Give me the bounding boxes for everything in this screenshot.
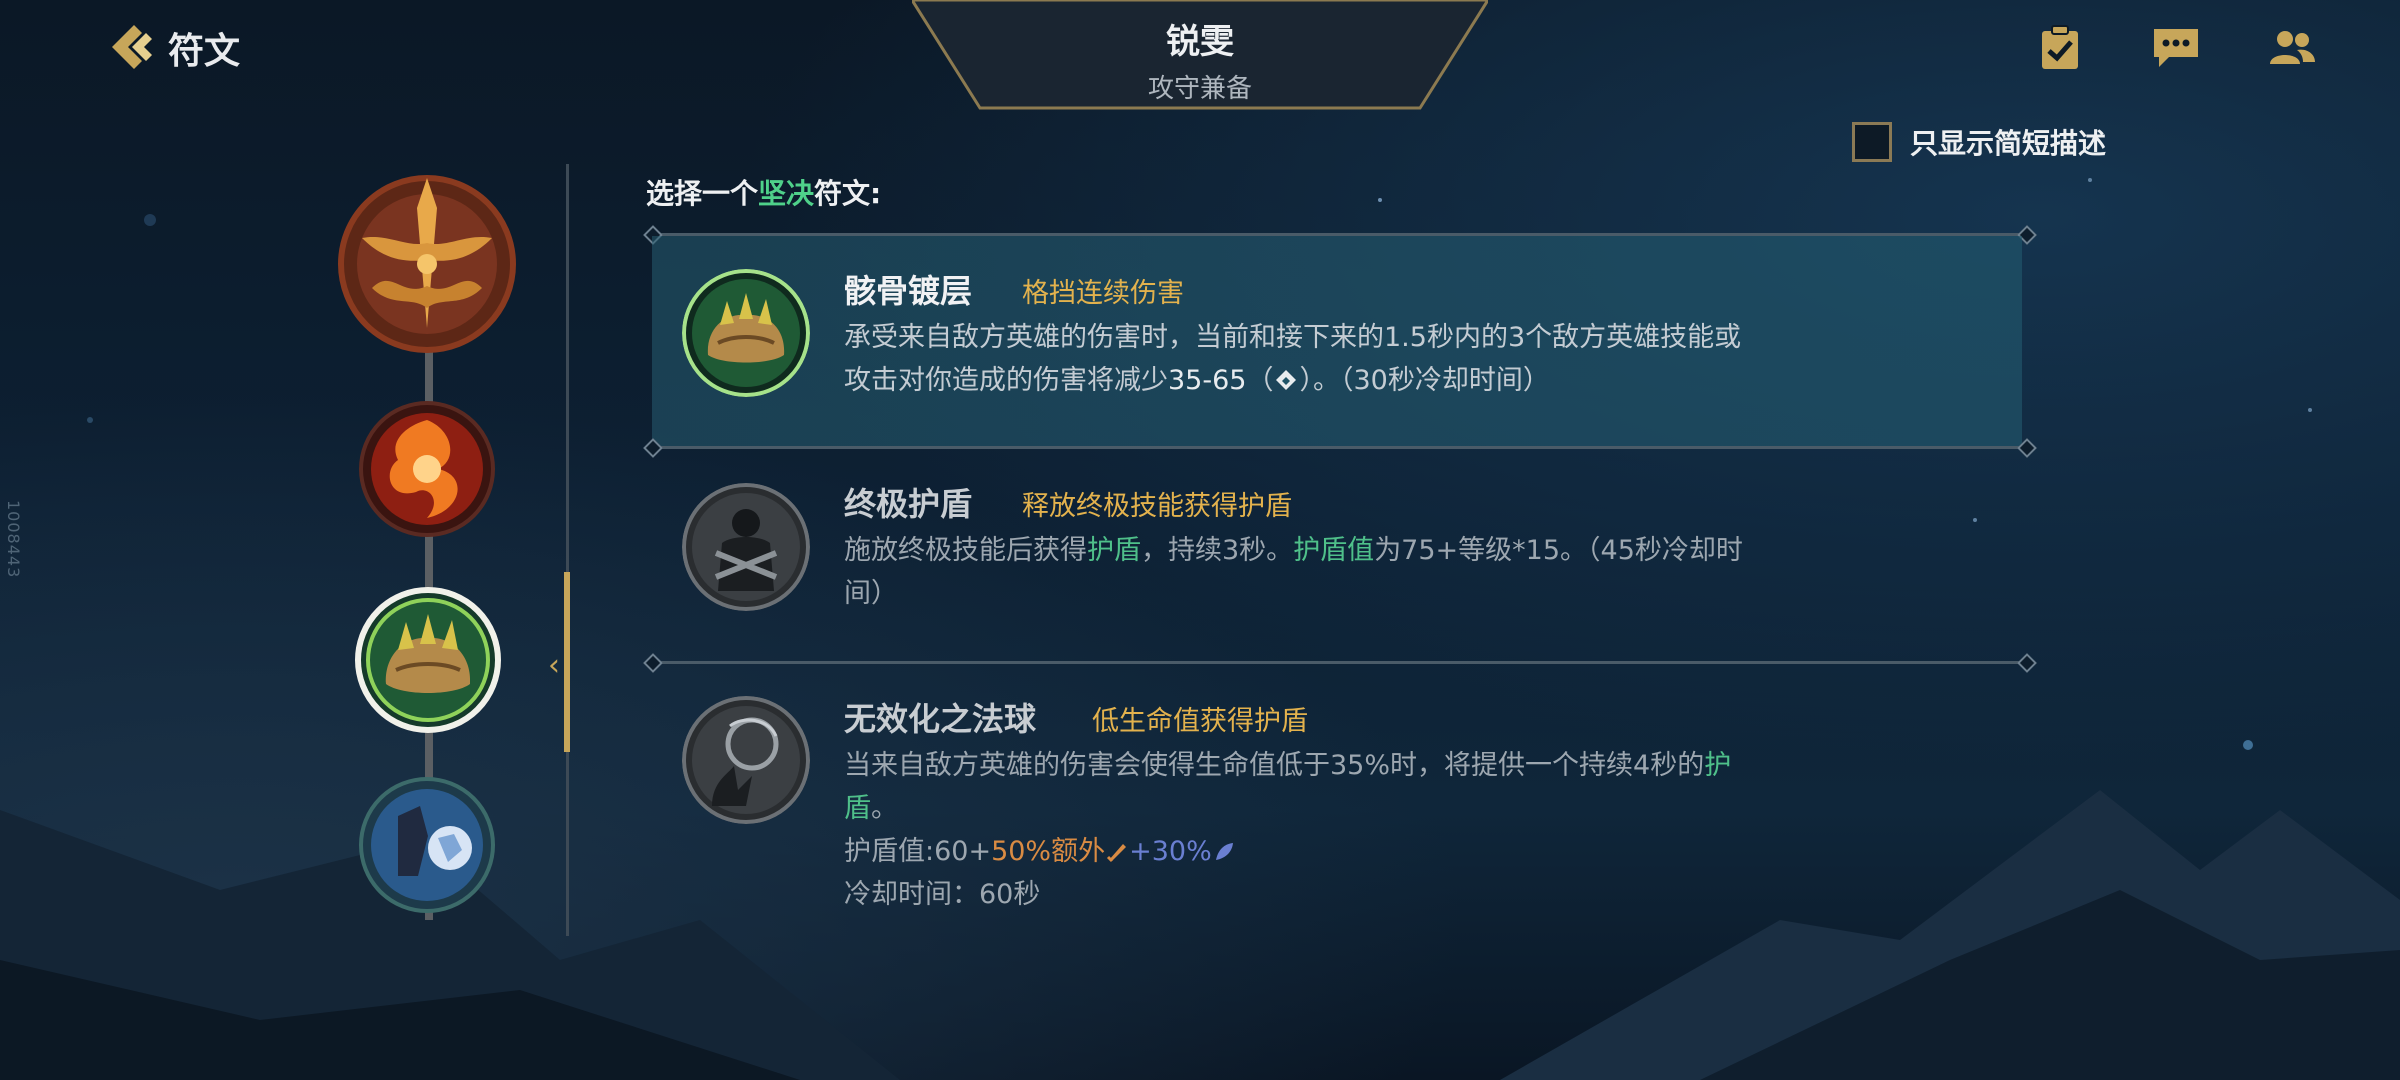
back-button[interactable] [96, 16, 164, 78]
champion-role: 攻守兼备 [1147, 74, 1252, 104]
checklist-button[interactable] [2032, 22, 2088, 74]
rune-tag: 格挡连续伤害 [1022, 278, 1184, 309]
panel-divider [566, 164, 569, 936]
build-id-label: 1008443 [4, 500, 23, 579]
chat-icon [2154, 29, 2198, 67]
rune-name: 骸骨镀层 [844, 272, 973, 310]
champion-name: 锐雯 [1166, 22, 1234, 62]
page-title: 符文 [168, 31, 241, 72]
rune-option-ultimate-shield[interactable]: 终极护盾 释放终极技能获得护盾 施放终极技能后获得护盾，持续3秒。护盾值为75+… [652, 449, 2022, 661]
rune-name: 终极护盾 [844, 485, 973, 523]
short-description-toggle[interactable]: 只显示简短描述 [1852, 122, 2106, 162]
grasp-keystone-icon[interactable] [358, 400, 496, 538]
prompt-tree-name: 坚决 [758, 177, 815, 210]
nullifying-orb-icon [682, 696, 810, 824]
ability-power-icon [1215, 843, 1233, 860]
level-scaling-icon [1276, 370, 1297, 390]
overgrowth-node-icon[interactable] [358, 776, 496, 914]
collapse-arrow-icon[interactable]: ‹ [548, 648, 560, 683]
rune-description: 施放终极技能后获得护盾，持续3秒。护盾值为75+等级*15。（45秒冷却时 间） [844, 535, 1743, 609]
friends-button[interactable] [2264, 22, 2320, 74]
chat-button[interactable] [2148, 22, 2204, 74]
checklist-icon [2042, 25, 2078, 69]
back-arrow-icon [112, 25, 152, 69]
friends-icon [2270, 31, 2315, 64]
rune-description: 当来自敌方英雄的伤害会使得生命值低于35%时，将提供一个持续4秒的护 盾。 护盾… [844, 750, 1732, 910]
panel-divider-accent [564, 572, 570, 752]
ultimate-shield-icon [682, 483, 810, 611]
rune-prompt: 选择一个坚决符文: [646, 177, 882, 210]
rune-tag: 低生命值获得护盾 [1092, 706, 1308, 737]
bone-plating-icon [682, 269, 810, 397]
attack-damage-icon [1107, 844, 1127, 863]
rune-option-nullifying-orb[interactable]: 无效化之法球 低生命值获得护盾 当来自敌方英雄的伤害会使得生命值低于35%时，将… [652, 664, 2022, 934]
resolve-tree-icon[interactable] [332, 168, 522, 358]
rune-tag: 释放终极技能获得护盾 [1022, 491, 1292, 522]
bone-plating-node-icon[interactable] [354, 586, 502, 734]
short-description-checkbox[interactable] [1852, 122, 1892, 162]
short-description-label: 只显示简短描述 [1910, 127, 2107, 160]
rune-name: 无效化之法球 [844, 700, 1037, 738]
rune-description: 承受来自敌方英雄的伤害时，当前和接下来的1.5秒内的3个敌方英雄技能或 攻击对你… [844, 322, 1742, 396]
rune-option-bone-plating[interactable]: 骸骨镀层 格挡连续伤害 承受来自敌方英雄的伤害时，当前和接下来的1.5秒内的3个… [652, 236, 2022, 446]
